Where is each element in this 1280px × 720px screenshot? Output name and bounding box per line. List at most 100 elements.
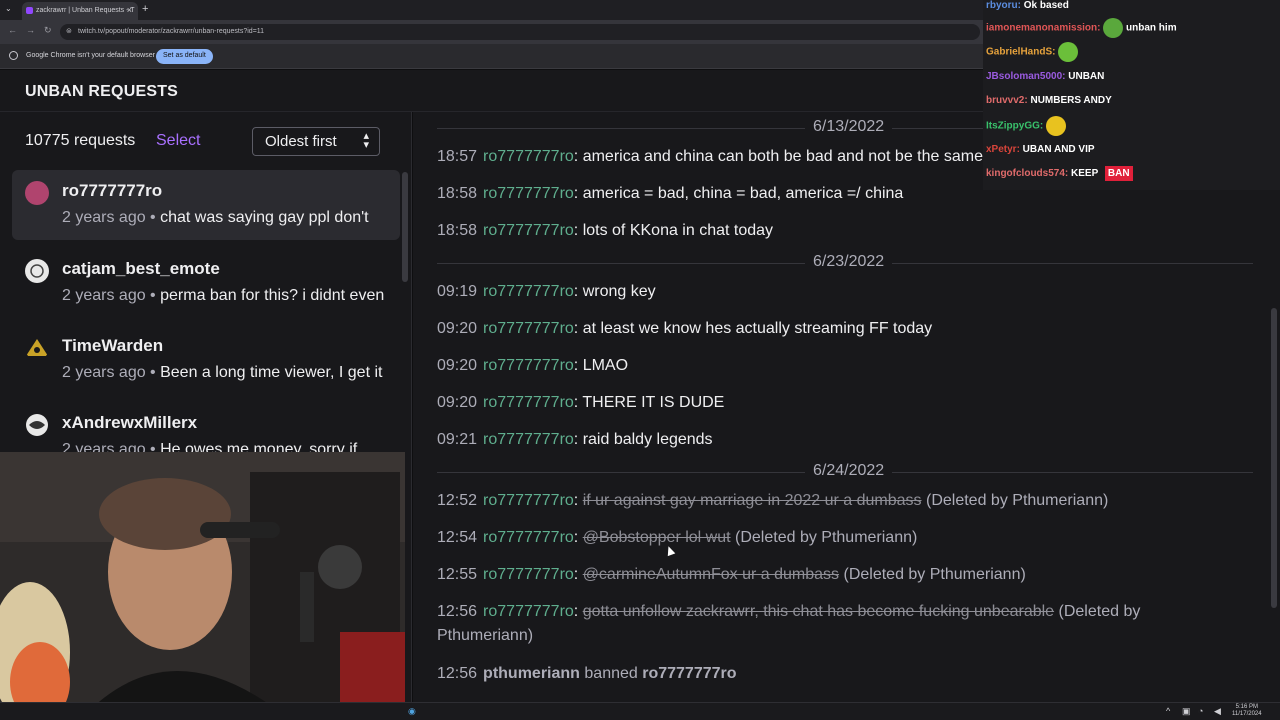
request-item[interactable]: TimeWarden 2 years ago • Been a long tim… [12, 325, 400, 395]
chat-user: iamonemanonamission: [986, 22, 1101, 34]
message-username[interactable]: ro7777777ro [483, 394, 574, 411]
chat-text: NUMBERS ANDY [1027, 95, 1112, 106]
message-time: 09:21 [437, 431, 478, 448]
message-text: lots of KKona in chat today [582, 222, 774, 239]
message-username[interactable]: ro7777777ro [483, 222, 574, 239]
request-meta: 2 years ago • Been a long time viewer, I… [62, 364, 400, 382]
volume-icon[interactable]: ◀ [1214, 706, 1224, 716]
request-username: TimeWarden [62, 336, 164, 355]
message-time: 12:54 [437, 529, 478, 546]
chat-message: 18:58 ro7777777ro: lots of KKona in chat … [437, 222, 774, 239]
tab-title: zackrawrr | Unban Requests - T [36, 7, 135, 14]
request-time: 2 years ago [62, 364, 146, 381]
chat-user: rbyoru: [986, 0, 1021, 11]
select-link[interactable]: Select [156, 132, 200, 150]
deleted-message-text: if ur against gay marriage in 2022 ur a … [582, 492, 922, 509]
forward-icon[interactable]: → [26, 25, 35, 35]
request-preview: Been a long time viewer, I get it [160, 364, 383, 381]
chat-line: bruvvv2: NUMBERS ANDY [986, 95, 1112, 106]
log-scrollbar[interactable] [1271, 308, 1277, 608]
message-time: 18:57 [437, 148, 478, 165]
tray-app-icon[interactable]: ▣ [1182, 706, 1192, 716]
wifi-icon[interactable]: ◔ [1198, 706, 1208, 716]
url-field[interactable]: ⊜ twitch.tv/popout/moderator/zackrawrr/u… [60, 24, 980, 40]
request-item[interactable]: catjam_best_emote 2 years ago • perma ba… [12, 248, 400, 318]
message-username[interactable]: ro7777777ro [483, 566, 574, 583]
message-username[interactable]: ro7777777ro [483, 492, 574, 509]
message-username[interactable]: ro7777777ro [483, 431, 574, 448]
message-username[interactable]: ro7777777ro [483, 185, 574, 202]
avatar [25, 413, 49, 437]
message-time: 18:58 [437, 222, 478, 239]
twitch-favicon-icon [26, 7, 33, 14]
meta-separator: • [145, 287, 161, 304]
sort-label: Oldest first [265, 133, 337, 150]
edge-browser-icon[interactable]: ◉ [408, 706, 418, 716]
os-taskbar: ◉ ^ ▣ ◔ ◀ 5:16 PM 11/17/2024 [0, 702, 1280, 720]
date-label: 6/24/2022 [805, 462, 893, 480]
chat-user: ItsZippyGG: [986, 120, 1044, 132]
url-text: twitch.tv/popout/moderator/zackrawrr/unb… [78, 28, 265, 35]
chat-line: ItsZippyGG: [986, 116, 1067, 136]
pepe-emote-icon [1103, 18, 1124, 38]
deleted-message: 12:56 ro7777777ro: gotta unfollow zackraw… [437, 603, 1141, 644]
chat-message: 09:19 ro7777777ro: wrong key [437, 283, 656, 300]
date-separator: 6/23/2022 [437, 253, 1253, 273]
message-text: LMAO [582, 357, 629, 374]
set-default-button[interactable]: Set as default [156, 49, 213, 64]
chat-text: unban him [1123, 22, 1177, 34]
request-count: 10775 requests [25, 132, 136, 149]
request-time: 2 years ago [62, 209, 146, 226]
request-meta: 2 years ago • perma ban for this? i didn… [62, 287, 400, 305]
message-log-panel: 6/13/2022 18:57 ro7777777ro: america and … [413, 112, 1280, 702]
deleted-by-label: (Deleted by Pthumeriann) [735, 529, 918, 546]
stream-chat-overlay: rbyoru: Ok based iamonemanonamission: un… [983, 0, 1280, 190]
new-tab-button[interactable]: + [142, 3, 148, 15]
ban-action-text: banned [584, 665, 638, 682]
taskbar-clock[interactable]: 5:16 PM 11/17/2024 [1232, 704, 1262, 718]
chat-message: 09:20 ro7777777ro: LMAO [437, 357, 629, 374]
moderator-name[interactable]: pthumeriann [483, 665, 580, 682]
banned-user-name[interactable]: ro7777777ro [642, 665, 736, 682]
request-time: 2 years ago [62, 287, 146, 304]
avatar [25, 181, 49, 205]
message-time: 09:20 [437, 320, 478, 337]
tray-chevron-icon[interactable]: ^ [1166, 706, 1176, 716]
site-info-icon[interactable]: ⊜ [66, 27, 72, 35]
request-preview: perma ban for this? i didnt even [160, 287, 385, 304]
browser-tab[interactable]: zackrawrr | Unban Requests - T × [22, 2, 138, 20]
tab-list-icon[interactable]: ⌄ [5, 4, 12, 13]
date-separator: 6/24/2022 [437, 462, 1253, 482]
request-item[interactable]: ro7777777ro 2 years ago • chat was sayin… [12, 170, 400, 240]
message-text: at least we know hes actually streaming … [582, 320, 933, 337]
deleted-message-text: @carmineAutumnFox ur a dumbass [582, 566, 840, 583]
chat-text: UNBAN [1065, 71, 1105, 82]
clock-time: 5:16 PM [1235, 704, 1258, 710]
message-username[interactable]: ro7777777ro [483, 603, 574, 620]
sort-dropdown[interactable]: Oldest first ▴ ▾ [252, 127, 380, 156]
message-time: 18:58 [437, 185, 478, 202]
chat-line: kingofclouds574: KEEP BAN [986, 166, 1133, 181]
meta-separator: • [145, 209, 161, 226]
message-username[interactable]: ro7777777ro [483, 529, 574, 546]
message-text: raid baldy legends [582, 431, 713, 448]
back-icon[interactable]: ← [8, 25, 17, 35]
message-username[interactable]: ro7777777ro [483, 357, 574, 374]
message-text: wrong key [582, 283, 656, 300]
date-label: 6/13/2022 [805, 118, 893, 136]
tab-close-icon[interactable]: × [127, 5, 132, 15]
message-username[interactable]: ro7777777ro [483, 320, 574, 337]
message-time: 12:56 [437, 665, 478, 682]
message-username[interactable]: ro7777777ro [483, 148, 574, 165]
request-username: ro7777777ro [62, 181, 163, 200]
list-scrollbar[interactable] [402, 172, 408, 282]
chat-message: 09:21 ro7777777ro: raid baldy legends [437, 431, 713, 448]
chat-user: JBsoloman5000: [986, 71, 1066, 82]
clock-date: 11/17/2024 [1232, 711, 1262, 717]
reload-icon[interactable]: ↻ [44, 25, 52, 36]
message-time: 12:56 [437, 603, 478, 620]
message-username[interactable]: ro7777777ro [483, 283, 574, 300]
chat-line: iamonemanonamission: unban him [986, 18, 1177, 38]
chat-message: 09:20 ro7777777ro: at least we know hes a… [437, 320, 933, 337]
deleted-message: 12:52 ro7777777ro: if ur against gay marr… [437, 492, 1109, 509]
